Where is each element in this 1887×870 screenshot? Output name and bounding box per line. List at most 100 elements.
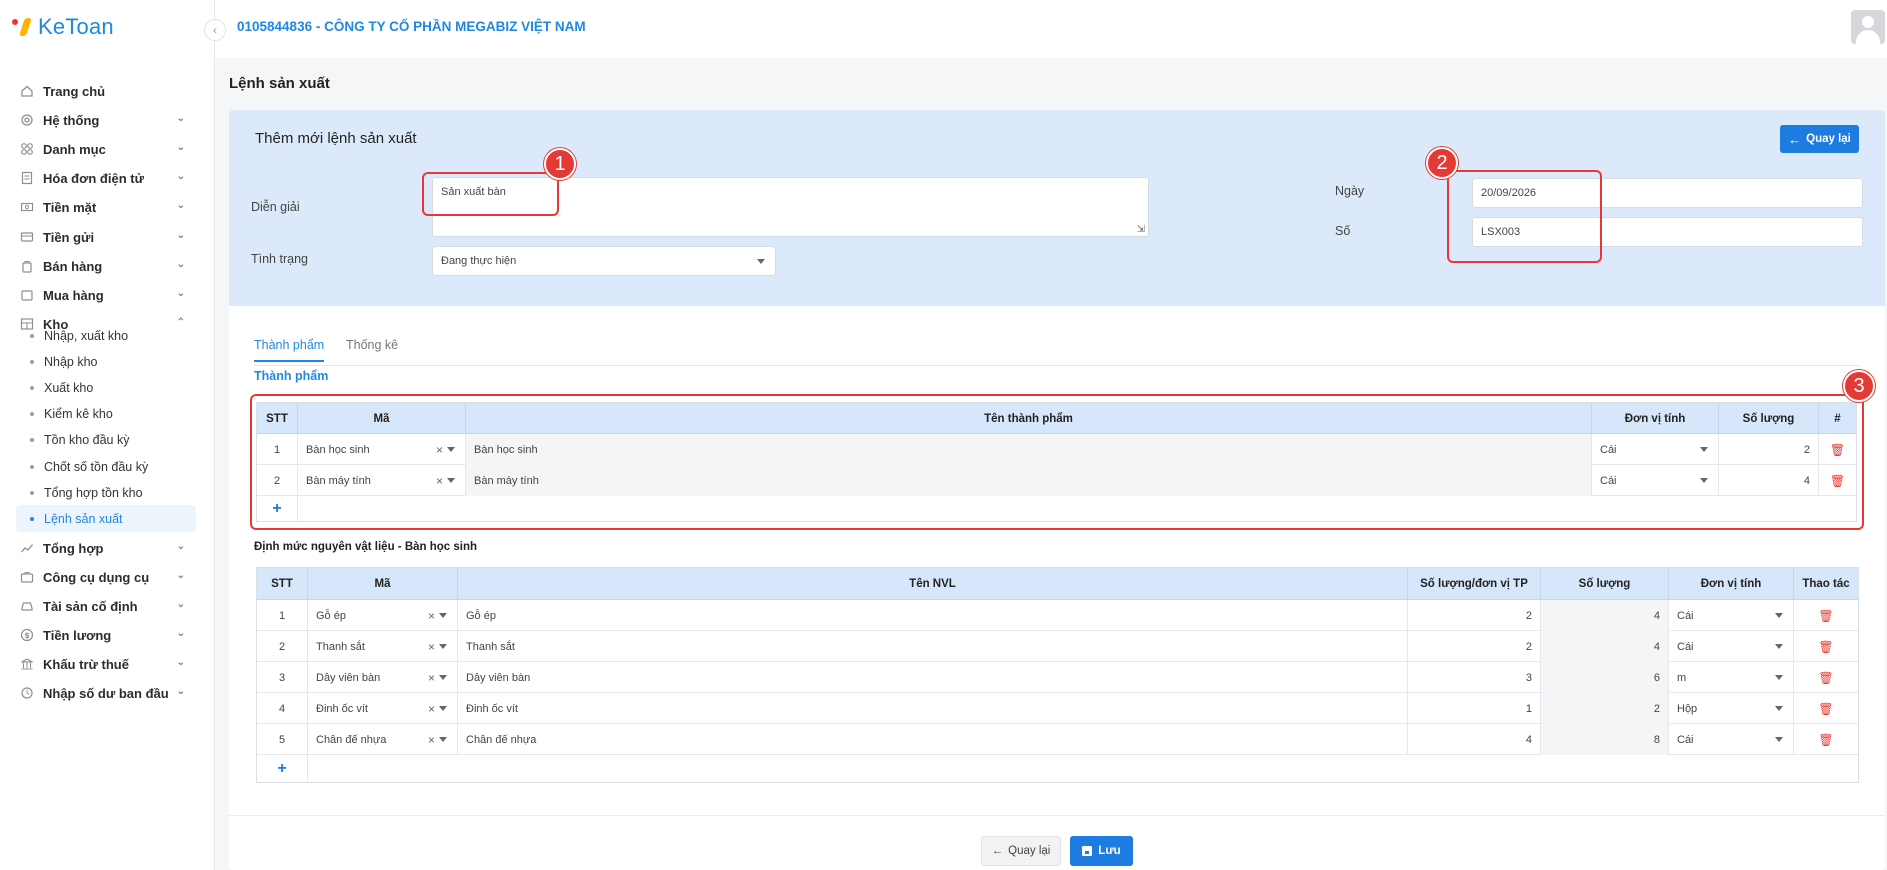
- sl-per-tp-input[interactable]: 2: [1408, 631, 1541, 662]
- clear-icon[interactable]: ×: [428, 609, 435, 623]
- chevron-down-icon: [1775, 675, 1783, 680]
- ma-value: Chân đế nhựa: [316, 733, 387, 746]
- delete-button[interactable]: 🗑: [1794, 693, 1858, 724]
- ma-select[interactable]: Đinh ốc vít ×: [308, 693, 458, 724]
- chevron-down-icon: [439, 675, 447, 680]
- ten-nvl-cell: Đinh ốc vít: [458, 693, 1408, 724]
- sidebar-item-he-thong[interactable]: Hệ thống ⌄: [0, 105, 215, 135]
- logo-mark-icon: [12, 16, 34, 38]
- sidebar-subitem-xuat-kho[interactable]: Xuất kho: [16, 374, 196, 401]
- ma-select[interactable]: Chân đế nhựa ×: [308, 724, 458, 755]
- clear-icon[interactable]: ×: [428, 640, 435, 654]
- ma-select[interactable]: Gỗ ép ×: [308, 600, 458, 631]
- delete-button[interactable]: 🗑: [1794, 631, 1858, 662]
- sidebar-item-label: Nhập số dư ban đầu: [43, 685, 169, 701]
- add-row: +: [257, 755, 1858, 782]
- sidebar-item-tong-hop[interactable]: Tổng hợp ⌄: [0, 533, 215, 563]
- form-title: Thêm mới lệnh sản xuất: [255, 130, 417, 147]
- column-header: Tên NVL: [458, 568, 1408, 600]
- save-button[interactable]: Lưu: [1070, 836, 1133, 866]
- footer-divider: [229, 815, 1885, 816]
- dvt-select[interactable]: m: [1669, 662, 1794, 693]
- sidebar-item-tien-luong[interactable]: $ Tiền lương ⌄: [0, 620, 215, 650]
- sidebar-item-danh-muc[interactable]: Danh mục ⌄: [0, 134, 215, 164]
- sidebar-item-tai-san[interactable]: Tài sản cố định ⌄: [0, 591, 215, 621]
- sidebar-item-ban-hang[interactable]: Bán hàng ⌄: [0, 251, 215, 281]
- clear-icon[interactable]: ×: [428, 671, 435, 685]
- sidebar-item-label: Tiền mặt: [43, 199, 97, 215]
- sidebar-item-tien-mat[interactable]: Tiền mặt ⌄: [0, 192, 215, 222]
- sidebar-collapse-button[interactable]: ‹: [204, 19, 226, 41]
- tinh-trang-select[interactable]: Đang thực hiện: [432, 246, 776, 276]
- column-header: Đơn vị tính: [1669, 568, 1794, 600]
- delete-button[interactable]: 🗑: [1794, 724, 1858, 755]
- back-button-top[interactable]: ← Quay lại: [1780, 125, 1859, 153]
- sidebar-item-label: Trang chủ: [43, 83, 106, 99]
- bullet-icon: [30, 359, 34, 364]
- sidebar-item-khau-tru-thue[interactable]: Khấu trừ thuế ⌄: [0, 649, 215, 679]
- chevron-down-icon: ⌄: [176, 657, 185, 668]
- dvt-select[interactable]: Hộp: [1669, 693, 1794, 724]
- sidebar-subitem-lenh-san-xuat[interactable]: Lệnh sản xuất: [16, 505, 196, 532]
- chevron-down-icon: ⌄: [176, 288, 185, 299]
- dvt-select[interactable]: Cái: [1669, 600, 1794, 631]
- bank-icon: [19, 656, 35, 672]
- dvt-value: Cái: [1677, 640, 1694, 653]
- clear-icon[interactable]: ×: [428, 733, 435, 747]
- sidebar-subitem-tong-hop-ton-kho[interactable]: Tổng hợp tồn kho: [16, 479, 196, 506]
- callout-box-2: [1447, 170, 1602, 263]
- cash-icon: [19, 199, 35, 215]
- clear-icon[interactable]: ×: [428, 702, 435, 716]
- ten-nvl-cell: Gỗ ép: [458, 600, 1408, 631]
- car-icon: [19, 598, 35, 614]
- sl-per-tp-input[interactable]: 2: [1408, 600, 1541, 631]
- sidebar-item-tien-gui[interactable]: Tiền gửi ⌄: [0, 222, 215, 252]
- back-button-bottom[interactable]: ← Quay lại: [981, 836, 1061, 866]
- sidebar-subitem-kiem-ke-kho[interactable]: Kiểm kê kho: [16, 400, 196, 427]
- sidebar-item-trang-chu[interactable]: Trang chủ: [0, 76, 215, 106]
- tabs: Thành phẩm Thống kê: [254, 330, 1860, 366]
- back-button-label: Quay lại: [1806, 133, 1851, 145]
- dvt-select[interactable]: Cái: [1669, 631, 1794, 662]
- sidebar-item-label: Mua hàng: [43, 287, 104, 303]
- sidebar-subitem-chot-so-ton[interactable]: Chốt số tồn đầu kỳ: [16, 453, 196, 480]
- so-label: Số: [1335, 224, 1351, 238]
- avatar[interactable]: [1851, 10, 1885, 44]
- gear-icon: [19, 112, 35, 128]
- sl-per-tp-input[interactable]: 3: [1408, 662, 1541, 693]
- sidebar-item-label: Bán hàng: [43, 258, 103, 274]
- sidebar-item-nhap-so-du[interactable]: Nhập số dư ban đầu ⌄: [0, 678, 215, 708]
- sl-per-tp-input[interactable]: 1: [1408, 693, 1541, 724]
- sidebar-item-label: Tiền lương: [43, 627, 112, 643]
- logo-text: KeToan: [38, 14, 114, 39]
- add-row-button[interactable]: +: [257, 755, 308, 782]
- trash-icon: 🗑: [1818, 670, 1834, 685]
- so-luong-cell: 4: [1541, 600, 1669, 631]
- sidebar-item-hoa-don[interactable]: Hóa đơn điện tử ⌄: [0, 163, 215, 193]
- sidebar-subitem-nhap-kho[interactable]: Nhập kho: [16, 348, 196, 375]
- column-header: Số lượng: [1541, 568, 1669, 600]
- sidebar-subitem-nhap-xuat-kho[interactable]: Nhập, xuất kho: [16, 322, 196, 349]
- dvt-select[interactable]: Cái: [1669, 724, 1794, 755]
- sidebar-item-cong-cu[interactable]: Công cụ dụng cụ ⌄: [0, 562, 215, 592]
- company-name: 0105844836 - CÔNG TY CỔ PHẦN MEGABIZ VIỆ…: [237, 19, 586, 34]
- sidebar-subitem-ton-kho-dau-ky[interactable]: Tồn kho đầu kỳ: [16, 426, 196, 453]
- delete-button[interactable]: 🗑: [1794, 600, 1858, 631]
- table-row: 1 Gỗ ép × Gỗ ép 2 4 Cái 🗑: [257, 600, 1858, 631]
- so-luong-cell: 6: [1541, 662, 1669, 693]
- chevron-down-icon: ⌄: [176, 171, 185, 182]
- ma-select[interactable]: Dây viên bàn ×: [308, 662, 458, 693]
- logo[interactable]: KeToan: [12, 12, 114, 42]
- callout-badge-2: 2: [1426, 147, 1458, 179]
- sidebar-item-mua-hang[interactable]: Mua hàng ⌄: [0, 280, 215, 310]
- tab-thanh-pham[interactable]: Thành phẩm: [254, 338, 325, 362]
- svg-text:$: $: [24, 631, 30, 640]
- chevron-left-icon: ‹: [213, 23, 217, 37]
- chevron-down-icon: ⌄: [176, 230, 185, 241]
- ma-select[interactable]: Thanh sắt ×: [308, 631, 458, 662]
- delete-button[interactable]: 🗑: [1794, 662, 1858, 693]
- dvt-value: m: [1677, 671, 1687, 684]
- sl-per-tp-input[interactable]: 4: [1408, 724, 1541, 755]
- tab-thong-ke[interactable]: Thống kê: [346, 338, 398, 360]
- sidebar-subitem-label: Nhập kho: [44, 354, 98, 369]
